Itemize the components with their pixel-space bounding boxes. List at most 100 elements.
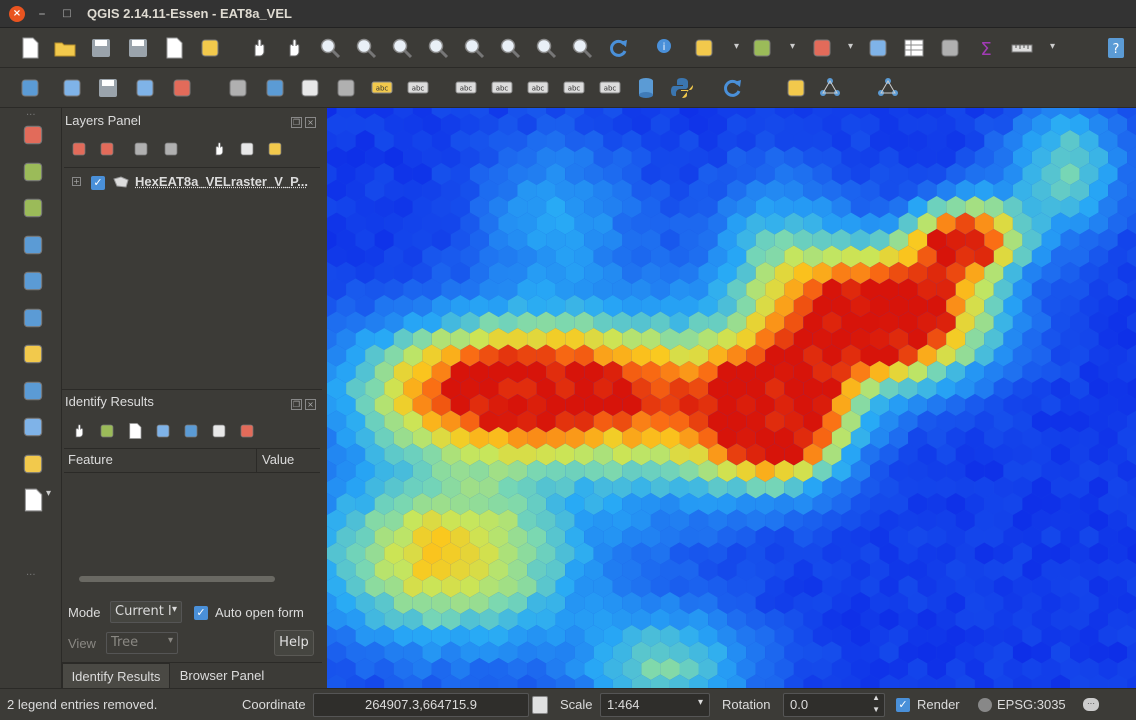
attribute-table-icon[interactable]	[902, 36, 926, 60]
chevron-down-icon[interactable]: ▾	[790, 40, 800, 54]
column-header-value[interactable]: Value	[262, 452, 294, 467]
clear-results-icon[interactable]	[154, 422, 172, 440]
zoom-actual-icon[interactable]	[390, 36, 414, 60]
tab-identify-results[interactable]: Identify Results	[62, 663, 170, 690]
rotation-spinbox[interactable]: 0.0 ▲ ▼	[783, 693, 885, 717]
print-response-icon[interactable]	[238, 422, 256, 440]
label-icon[interactable]: abc	[370, 76, 394, 100]
select-features-icon[interactable]	[750, 36, 774, 60]
save-edits-icon[interactable]	[96, 76, 120, 100]
paste-features-icon[interactable]	[334, 76, 358, 100]
expand-icon[interactable]: +	[72, 177, 81, 186]
chevron-down-icon[interactable]: ▾	[1050, 40, 1060, 54]
zoom-full-icon[interactable]	[426, 36, 450, 60]
collapse-all-icon[interactable]	[238, 140, 256, 158]
add-raster-layer-icon[interactable]	[20, 159, 46, 185]
label-highlight-icon[interactable]: abc	[454, 76, 478, 100]
composer-manager-icon[interactable]	[198, 36, 222, 60]
auto-open-form-checkbox[interactable]: ✓	[194, 606, 208, 620]
add-spatialite-layer-icon[interactable]	[20, 232, 46, 258]
add-postgis-layer-icon[interactable]	[20, 195, 46, 221]
node-tool-icon[interactable]	[170, 76, 194, 100]
expand-tree-icon[interactable]	[70, 422, 88, 440]
geoprocessing-icon[interactable]	[784, 76, 808, 100]
map-canvas[interactable]	[327, 108, 1136, 688]
chevron-down-icon[interactable]: ▾	[734, 40, 744, 54]
float-panel-button[interactable]: ❐	[291, 117, 302, 128]
label-change-icon[interactable]: abc	[598, 76, 622, 100]
topology-checker-icon[interactable]	[876, 76, 900, 100]
zoom-in-icon[interactable]	[318, 36, 342, 60]
pan-to-selection-icon[interactable]	[282, 36, 306, 60]
zoom-next-icon[interactable]	[570, 36, 594, 60]
scale-field[interactable]: 1:464 ▾	[600, 693, 710, 717]
measure-icon[interactable]	[1010, 36, 1034, 60]
mouse-extents-toggle-icon[interactable]	[532, 696, 548, 714]
add-wfs-layer-icon[interactable]	[20, 378, 46, 404]
view-select[interactable]: Tree ▾	[106, 632, 178, 654]
add-topology-icon[interactable]	[818, 76, 842, 100]
run-feature-action-icon[interactable]	[692, 36, 716, 60]
column-header-feature[interactable]: Feature	[68, 452, 113, 467]
new-shapefile-icon[interactable]	[20, 487, 46, 513]
chevron-down-icon[interactable]: ▾	[848, 40, 858, 54]
close-panel-button[interactable]: ×	[305, 117, 316, 128]
coordinate-field[interactable]: 264907.3,664715.9	[313, 693, 529, 717]
copy-features-icon[interactable]	[298, 76, 322, 100]
add-delimited-text-icon[interactable]	[20, 414, 46, 440]
remove-layer-icon[interactable]	[266, 140, 284, 158]
add-mssql-layer-icon[interactable]	[20, 268, 46, 294]
select-by-expression-icon[interactable]	[810, 36, 834, 60]
spin-arrows-icon[interactable]: ▲ ▼	[872, 692, 880, 716]
save-as-icon[interactable]	[126, 36, 150, 60]
field-calculator-icon[interactable]	[938, 36, 962, 60]
statistics-icon[interactable]: Σ	[974, 36, 998, 60]
mode-select[interactable]: Current l ▾	[110, 601, 182, 623]
new-project-icon[interactable]	[18, 36, 42, 60]
manage-map-themes-icon[interactable]	[98, 140, 116, 158]
label-move-icon[interactable]: abc	[526, 76, 550, 100]
digitize-current-edits-icon[interactable]	[18, 76, 42, 100]
label-pin-icon[interactable]: abc	[406, 76, 430, 100]
add-feature-icon[interactable]	[133, 76, 157, 100]
help-icon[interactable]: ?	[1104, 36, 1128, 60]
save-project-icon[interactable]	[89, 36, 113, 60]
new-print-composer-icon[interactable]	[162, 36, 186, 60]
cut-features-icon[interactable]	[263, 76, 287, 100]
expand-all-icon[interactable]	[210, 140, 228, 158]
delete-selected-icon[interactable]	[226, 76, 250, 100]
window-maximize-button[interactable]: □	[59, 6, 75, 22]
filter-by-expression-icon[interactable]	[162, 140, 180, 158]
zoom-last-icon[interactable]	[534, 36, 558, 60]
chevron-down-icon[interactable]: ▾	[46, 488, 51, 499]
add-vector-layer-icon[interactable]	[20, 122, 46, 148]
db-manager-icon[interactable]	[634, 76, 658, 100]
render-checkbox[interactable]: ✓	[896, 698, 910, 712]
add-wcs-layer-icon[interactable]	[20, 341, 46, 367]
open-project-icon[interactable]	[53, 36, 77, 60]
zoom-to-layer-icon[interactable]	[498, 36, 522, 60]
messages-icon[interactable]: ···	[1083, 698, 1099, 711]
close-panel-button[interactable]: ×	[305, 399, 316, 410]
zoom-out-icon[interactable]	[354, 36, 378, 60]
label-show-hide-icon[interactable]: abc	[490, 76, 514, 100]
toggle-editing-icon[interactable]	[60, 76, 84, 100]
pan-icon[interactable]	[247, 36, 271, 60]
collapse-tree-icon[interactable]	[98, 422, 116, 440]
float-panel-button[interactable]: ❐	[291, 399, 302, 410]
undo-icon[interactable]	[720, 76, 744, 100]
results-tree[interactable]: Feature Value	[64, 448, 320, 586]
add-group-icon[interactable]	[70, 140, 88, 158]
refresh-icon[interactable]	[606, 36, 630, 60]
toolbar-grip[interactable]: ···	[26, 110, 36, 121]
identify-icon[interactable]: i	[654, 36, 678, 60]
layer-visibility-checkbox[interactable]: ✓	[91, 176, 105, 190]
python-console-icon[interactable]	[670, 76, 694, 100]
add-wms-layer-icon[interactable]	[20, 305, 46, 331]
zoom-to-selection-icon[interactable]	[462, 36, 486, 60]
deselect-all-icon[interactable]	[866, 36, 890, 60]
toolbar-grip[interactable]: ···	[26, 570, 36, 581]
help-button[interactable]: Help	[274, 630, 314, 656]
add-virtual-layer-icon[interactable]	[20, 451, 46, 477]
expand-new-results-icon[interactable]	[126, 422, 144, 440]
